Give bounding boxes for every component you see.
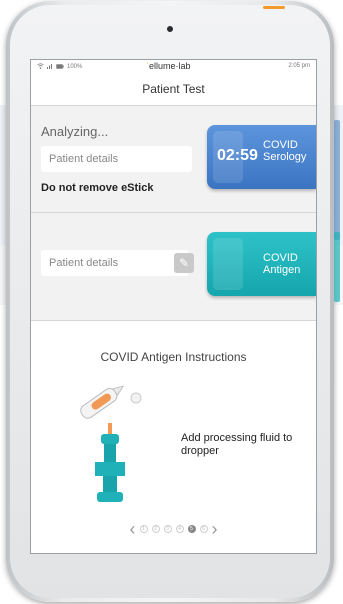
serology-patient-details-field[interactable]: Patient details [41,146,192,172]
antigen-patient-details-field[interactable]: Patient details [41,250,189,276]
antigen-label-line2: Antigen [263,264,301,276]
do-not-remove-warning: Do not remove eStick [41,182,154,194]
antigen-estick: COVID Antigen [207,232,316,296]
chevron-left-icon[interactable]: ‹ [130,520,136,538]
serology-label: COVID Serology [263,139,306,163]
battery-percent: 100% [67,64,83,70]
camera-dot [167,26,173,32]
side-stick-serology [334,120,340,240]
side-stick-antigen [334,232,340,302]
instruction-step-text: Add processing fluid to dropper [181,432,293,457]
instruction-pager: ‹ 1 2 3 4 5 6 › [31,520,316,538]
serology-label-line1: COVID [263,139,298,151]
antigen-label-line1: COVID [263,252,298,264]
serology-label-line2: Serology [263,151,307,163]
pencil-icon[interactable]: ✎ [174,253,194,273]
serology-estick: 02:59 COVID Serology [207,125,316,189]
dropper-illustration [71,378,171,508]
signal-icon [47,63,53,71]
pager-dot-4[interactable]: 4 [175,525,184,533]
status-bar: 100% ʾellume·lab 2:05 pm [31,60,316,74]
antigen-label: COVID Antigen [263,252,300,276]
serology-timer: 02:59 [217,147,258,164]
battery-icon [56,63,64,71]
pager-dot-6[interactable]: 6 [199,525,208,533]
brand-logo: ʾellume·lab [146,61,191,71]
pager-dot-5-current[interactable]: 5 [187,525,196,533]
instructions-title: COVID Antigen Instructions [100,350,247,364]
status-time: 2:05 pm [288,63,310,69]
pager-dot-2[interactable]: 2 [151,525,160,533]
chevron-right-icon[interactable]: › [212,520,218,538]
analyzing-status: Analyzing... [41,124,109,139]
pager-dot-1[interactable]: 1 [139,525,148,533]
page-title: Patient Test [142,82,205,96]
status-icons: 100% [37,63,82,71]
estick-cap [213,238,243,290]
wifi-icon [37,63,44,71]
pager-dot-3[interactable]: 3 [163,525,172,533]
power-button [263,6,285,9]
app-screen: 100% ʾellume·lab 2:05 pm Patient Test An… [30,59,317,554]
